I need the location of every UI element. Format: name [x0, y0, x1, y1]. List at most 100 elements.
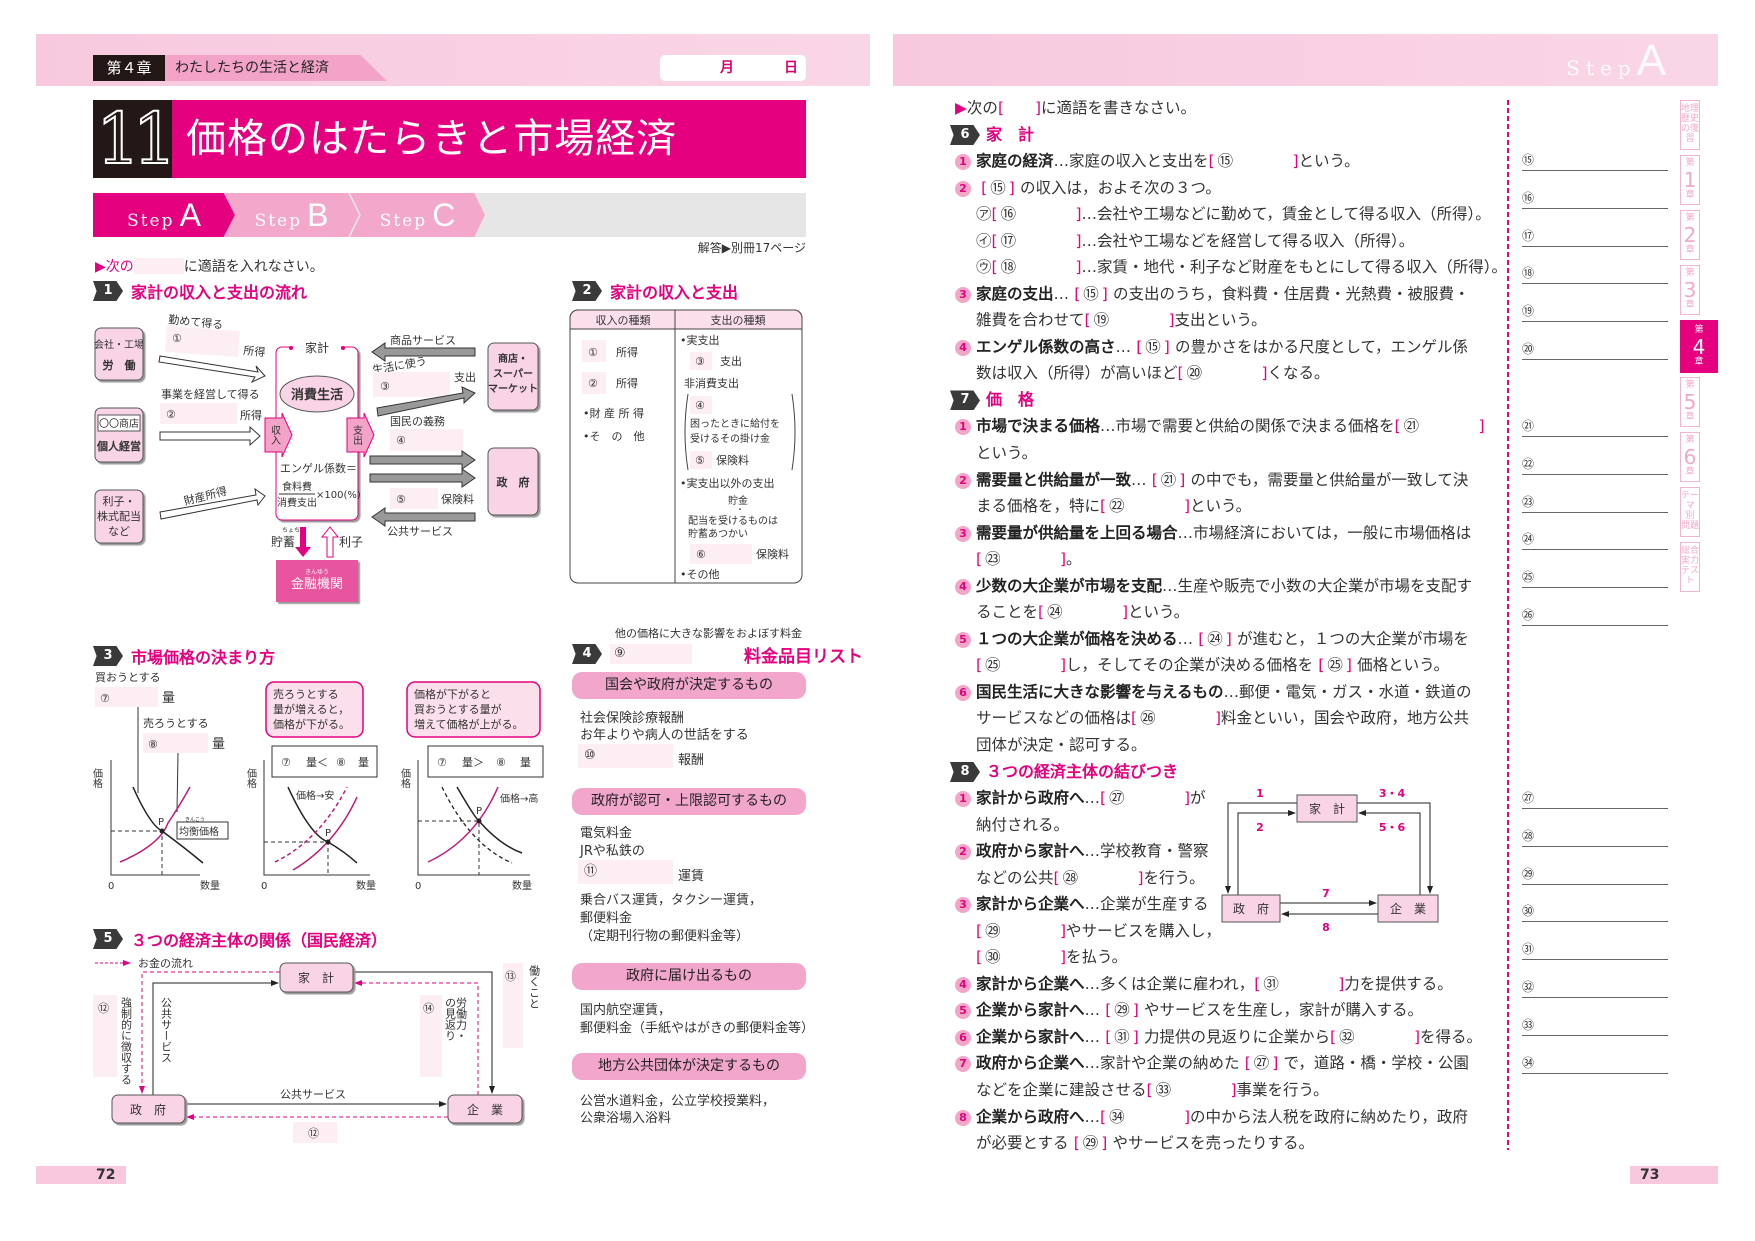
- item-heading: 少数の大企業が市場を支配: [976, 576, 1163, 595]
- answer-line[interactable]: ㉓: [1522, 491, 1668, 513]
- work-box: [94, 327, 144, 381]
- chapter-tab[interactable]: 第2章: [1680, 210, 1700, 260]
- chapter-tab[interactable]: 第4章: [1680, 320, 1718, 373]
- answer-line[interactable]: ㉔: [1522, 528, 1668, 551]
- marker-text: [ ]: [997, 99, 1042, 117]
- answer-line[interactable]: ⑮: [1522, 149, 1668, 171]
- body-text: 力提供の見返りに企業から: [1144, 1027, 1331, 1046]
- income-expense-types-table: 収入の種類 支出の種類 ① 所得 ② 所得 •財 産 所 得 •そ の 他 •実…: [569, 309, 803, 584]
- quantity-axis-label: 数量: [512, 879, 532, 892]
- answer-blank[interactable]: [㉖]: [1131, 705, 1221, 731]
- answer-blank[interactable]: [⑰]: [992, 228, 1082, 254]
- origin-label: 0: [261, 881, 267, 892]
- bracket-close: ]: [1101, 1134, 1108, 1153]
- store-box-label: マーケット: [488, 383, 538, 395]
- step-a-heading: StepA: [1566, 36, 1666, 86]
- text-line: などの公共[㉘] を行う。: [955, 865, 1205, 891]
- answer-line[interactable]: ㉒: [1522, 453, 1668, 475]
- answer-line[interactable]: ⑱: [1522, 262, 1668, 285]
- forced-collection-label: 強制的に徴収する: [120, 997, 133, 1085]
- household-label: 家 計: [298, 970, 334, 985]
- answer-blank[interactable]: [㉞]: [1100, 1104, 1190, 1130]
- answer-blank[interactable]: [⑮]: [1209, 148, 1299, 174]
- answer-blank[interactable]: [㉒]: [1100, 493, 1190, 519]
- page-number-right: 73: [1630, 1166, 1718, 1184]
- answer-blank[interactable]: [⑲]: [1085, 307, 1175, 333]
- answer-line[interactable]: ⑳: [1522, 338, 1668, 360]
- answer-line[interactable]: ㉝: [1522, 1014, 1668, 1036]
- item-heading: 家庭の支出: [976, 284, 1054, 303]
- answer-blank[interactable]: [㉓]: [976, 546, 1066, 572]
- answer-blank[interactable]: [㉝]: [1147, 1077, 1237, 1103]
- flow-label: 1: [1256, 787, 1264, 800]
- diagram-shape: [111, 830, 163, 875]
- text-line: 2 需要量と供給量が一致…[㉑] の中でも，需要量と供給量が一致して決: [955, 467, 1468, 493]
- bracket-open: [: [1105, 1027, 1112, 1046]
- blank-number: ⑲: [1093, 311, 1110, 330]
- answer-line[interactable]: ㉙: [1522, 863, 1668, 885]
- engel-numerator: 食料費: [282, 480, 312, 493]
- blank-number: ㉔: [1207, 629, 1223, 648]
- body-text: …生産や販売で小数の大企業が市場を支配す: [1162, 576, 1473, 595]
- item-heading: 政府から企業へ: [976, 1054, 1085, 1073]
- callout-text: 買おうとする量が: [414, 702, 502, 716]
- answer-line[interactable]: ㉘: [1522, 825, 1668, 847]
- chapter-tab[interactable]: 第5章: [1680, 377, 1700, 427]
- answer-line[interactable]: ㉕: [1522, 566, 1668, 589]
- answer-line[interactable]: ㉜: [1522, 976, 1668, 998]
- answer-line[interactable]: ⑲: [1522, 300, 1668, 323]
- body-text: 数は収入（所得）が高いほど: [976, 364, 1178, 383]
- tab-bottom: 章: [1685, 300, 1695, 310]
- answer-blank[interactable]: [㉙]: [976, 918, 1066, 944]
- blank-number: ⑮: [1145, 337, 1161, 356]
- consumption-label: 消費生活: [291, 387, 343, 403]
- body-text: 料金といい，国会や政府，地方公共: [1221, 709, 1470, 728]
- answer-blank[interactable]: [㉘]: [1054, 865, 1144, 891]
- answer-line[interactable]: ㉞: [1522, 1052, 1668, 1074]
- tab-main: 1: [1683, 168, 1697, 192]
- income-type: 所得: [616, 346, 638, 359]
- answer-blank[interactable]: [㉛]: [1254, 971, 1344, 997]
- chapter-tab[interactable]: 第3章: [1680, 265, 1700, 315]
- answer-line[interactable]: ㉖: [1522, 604, 1668, 626]
- answer-blank[interactable]: [㉜]: [1330, 1024, 1420, 1050]
- answer-blank[interactable]: [㉕]: [976, 652, 1066, 678]
- point-p-label: P: [476, 806, 482, 817]
- tab-top: テーマ: [1681, 491, 1700, 512]
- chapter-tab[interactable]: 総合 実力 テスト: [1680, 542, 1700, 592]
- expense-type: 貯蓄あつかい: [688, 528, 748, 540]
- answer-blank[interactable]: [㉗]: [1100, 785, 1190, 811]
- bracket-open: [: [976, 948, 983, 967]
- answer-blank[interactable]: [⑳]: [1178, 360, 1268, 386]
- item-number-badge: 3: [955, 286, 971, 303]
- chapter-tab[interactable]: 地理 歴史 の復習: [1680, 100, 1700, 150]
- answer-line[interactable]: ㉑: [1522, 415, 1668, 437]
- quantity-axis-label: 数量: [356, 879, 376, 892]
- blank-number: ⑮: [1217, 152, 1234, 171]
- answer-line[interactable]: ㉚: [1522, 900, 1668, 923]
- chapter-tab[interactable]: 第6章: [1680, 432, 1700, 482]
- answer-line[interactable]: ㉗: [1522, 787, 1668, 809]
- blank-4-label: ④: [695, 399, 705, 412]
- callout-text: 価格が下がると: [414, 687, 491, 701]
- answer-blank[interactable]: [㉔]: [1038, 599, 1128, 625]
- national-economy-diagram: お金の流れ 家 計 政 府 企 業 ⑫ 強制的に徴収する 公共サービス ⑭ 労働…: [93, 956, 541, 1143]
- answer-blank[interactable]: [⑱]: [992, 254, 1082, 280]
- answer-blank[interactable]: [㉑]: [1395, 413, 1485, 439]
- blank-reference: [⑮]: [1131, 334, 1175, 360]
- tab-main: 5: [1683, 390, 1697, 414]
- answer-blank[interactable]: [⑯]: [992, 201, 1082, 227]
- answer-line[interactable]: ㉛: [1522, 938, 1668, 961]
- income-type: •そ の 他: [583, 430, 645, 443]
- chapter-tab[interactable]: テーマ別問題: [1680, 487, 1700, 537]
- business-box-label: 〇〇商店: [99, 417, 139, 430]
- body-text: …市場で需要と供給の関係で決まる価格を: [1100, 417, 1395, 436]
- blank-number: ⑮: [1083, 284, 1099, 303]
- answer-line[interactable]: ⑰: [1522, 225, 1668, 247]
- body-text: 雑費を合わせて: [976, 311, 1085, 330]
- chapter-tab[interactable]: 第1章: [1680, 155, 1700, 205]
- answer-line[interactable]: ⑯: [1522, 187, 1668, 209]
- blank-5-label: ⑤: [695, 454, 705, 467]
- answer-blank[interactable]: [㉚]: [976, 944, 1066, 970]
- text-line: 7 政府から企業へ…家計や企業の納めた[㉗] で，道路・橋・学校・公園: [955, 1050, 1469, 1076]
